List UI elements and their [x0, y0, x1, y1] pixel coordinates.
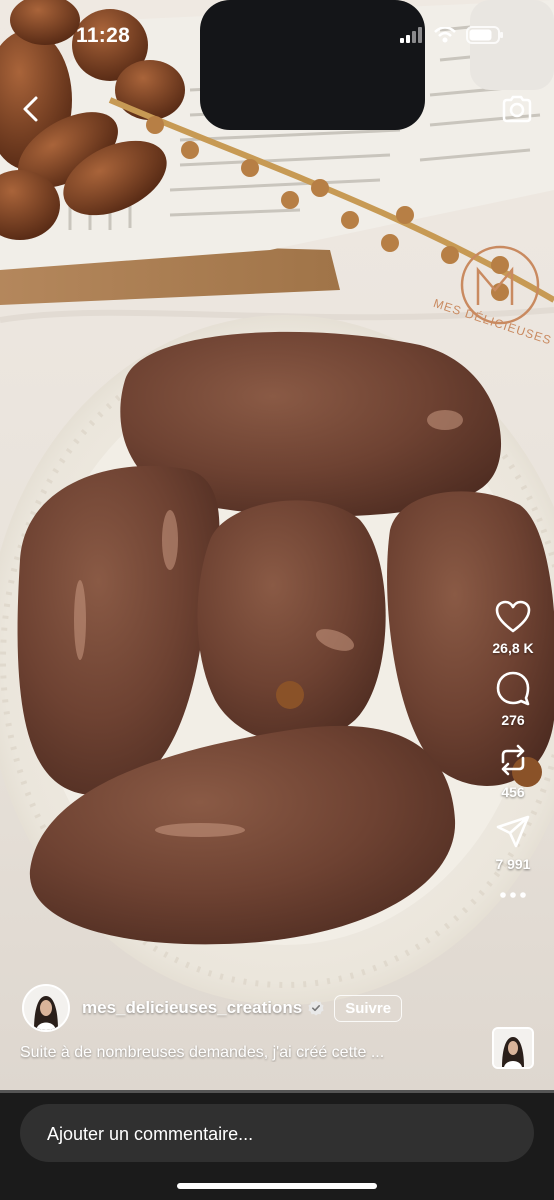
repost-action[interactable]: 456 [495, 742, 531, 800]
back-arrow-icon[interactable] [14, 92, 48, 126]
comment-placeholder: Ajouter un commentaire... [47, 1124, 254, 1144]
author-username[interactable]: mes_delicieuses_creations [82, 998, 302, 1018]
share-action[interactable]: 7 991 [495, 814, 531, 872]
signal-icon [400, 27, 422, 43]
audio-thumbnail[interactable] [492, 1027, 534, 1069]
avatar[interactable] [22, 984, 70, 1032]
status-time: 11:28 [76, 24, 131, 47]
comment-count: 276 [501, 712, 525, 728]
status-bar: 11:28 [0, 0, 554, 74]
reel-actions: 26,8 K 276 456 7 991 [486, 600, 540, 914]
more-icon[interactable] [498, 890, 528, 900]
send-icon[interactable] [495, 814, 531, 850]
wifi-icon [434, 27, 456, 43]
bottom-bar: Ajouter un commentaire... [0, 1093, 554, 1200]
battery-icon [466, 26, 503, 44]
audio-avatar-image [494, 1029, 532, 1067]
comment-action[interactable]: 276 [495, 670, 531, 728]
like-action[interactable]: 26,8 K [492, 600, 534, 656]
share-count: 7 991 [495, 856, 531, 872]
heart-icon[interactable] [495, 600, 531, 634]
reel-video-frame[interactable]: MES DÉLICIEUSES CRÉATIONS [0, 0, 554, 1092]
repost-icon[interactable] [495, 742, 531, 778]
comment-input[interactable]: Ajouter un commentaire... [20, 1104, 534, 1162]
comment-icon[interactable] [495, 670, 531, 706]
follow-button[interactable]: Suivre [334, 994, 403, 1022]
verified-badge-icon [308, 1000, 324, 1016]
author-row: mes_delicieuses_creations Suivre [22, 984, 403, 1032]
like-count: 26,8 K [492, 640, 534, 656]
video-image [0, 0, 554, 1005]
home-indicator [177, 1183, 377, 1189]
post-caption[interactable]: Suite à de nombreuses demandes, j'ai cré… [20, 1044, 460, 1062]
camera-icon[interactable] [500, 92, 534, 126]
repost-count: 456 [501, 784, 525, 800]
avatar-image [24, 986, 68, 1030]
status-icons [400, 26, 504, 44]
more-action[interactable] [498, 890, 528, 900]
